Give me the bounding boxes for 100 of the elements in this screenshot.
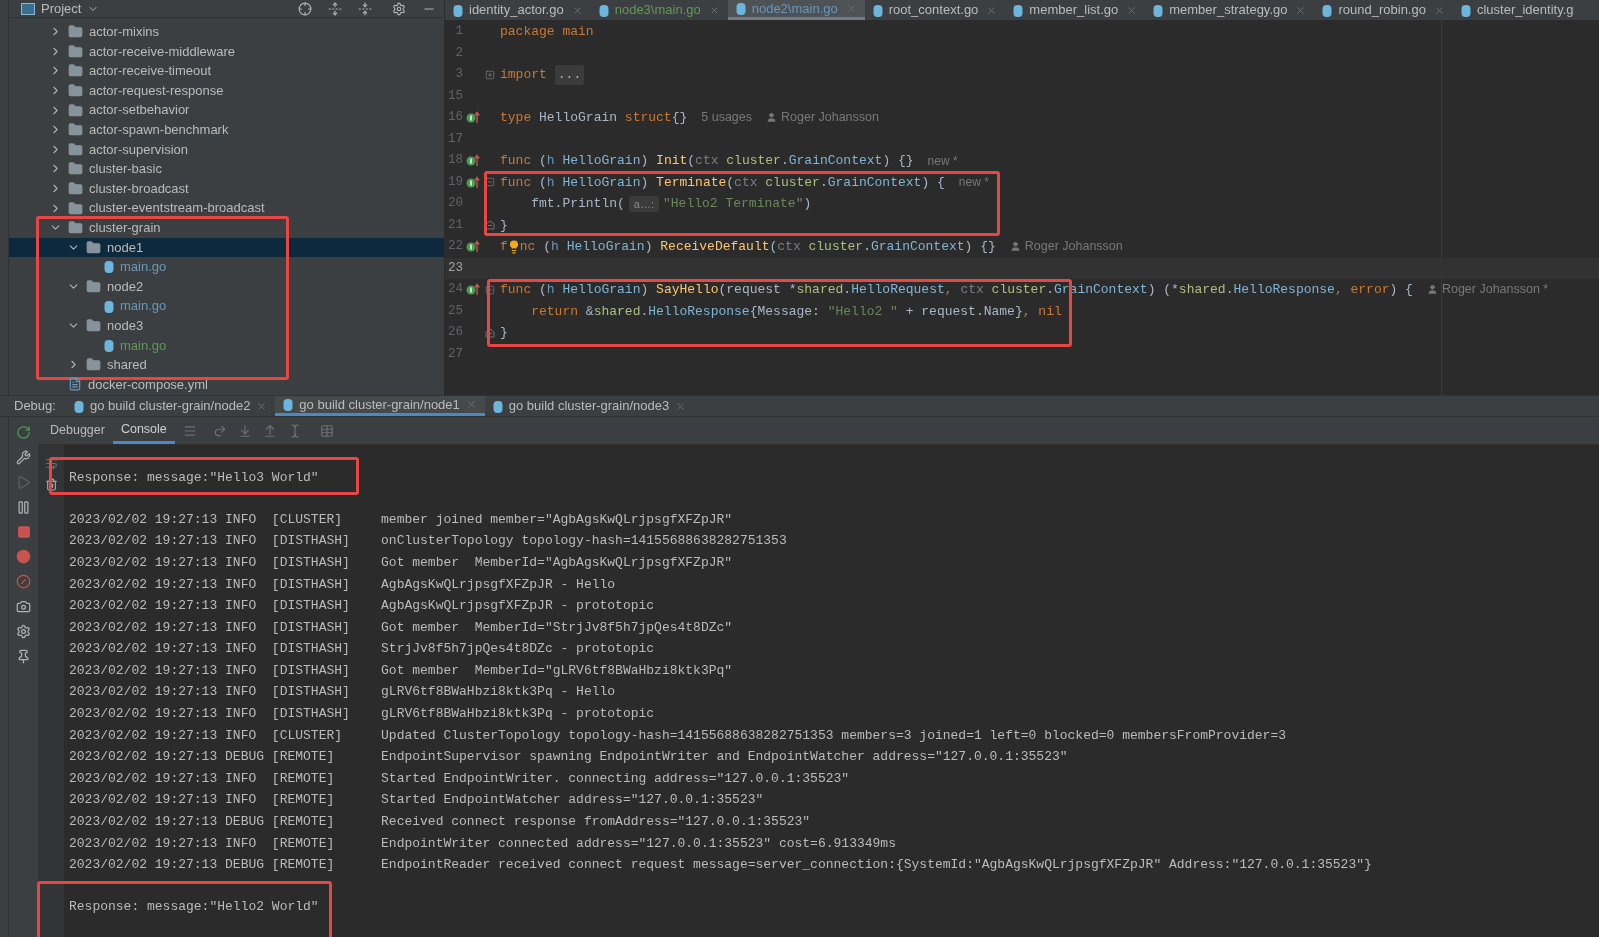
gutter-marker-icon[interactable] bbox=[466, 283, 480, 297]
console-line: 2023/02/02 19:27:13 DEBUG [REMOTE] EndpointSupervisor spawning EndpointWriter and EndpointWatcher address="127.0.0.1:35523" bbox=[69, 748, 1068, 767]
tree-item[interactable]: cluster-grain bbox=[9, 217, 444, 238]
fold-end-icon[interactable] bbox=[485, 220, 495, 231]
debug-subtab[interactable]: Debugger bbox=[42, 417, 113, 444]
locate-icon[interactable] bbox=[298, 1, 312, 16]
editor-tab[interactable]: node3\main.go bbox=[590, 0, 728, 20]
console-line: Response: message:"Hello2 World" bbox=[69, 898, 319, 917]
soft-wrap-icon[interactable] bbox=[44, 457, 58, 470]
breakpoints-icon[interactable] bbox=[16, 549, 31, 564]
debug-tab[interactable]: go build cluster-grain/node3 bbox=[484, 396, 695, 416]
file-icon bbox=[283, 398, 294, 411]
parameter-hint: a…: bbox=[628, 195, 659, 212]
mute-breakpoints-icon[interactable] bbox=[16, 574, 31, 589]
debug-subtab[interactable]: Console bbox=[112, 417, 175, 444]
wrench-icon[interactable] bbox=[16, 450, 31, 465]
tree-item[interactable]: actor-request-response bbox=[9, 80, 444, 101]
line-number: 26 bbox=[447, 324, 463, 342]
console-line: 2023/02/02 19:27:13 INFO [DISTHASH] Got member MemberId="gLRV6tf8BWaHbzi8ktk3Pq" bbox=[69, 661, 733, 680]
tree-item[interactable]: actor-receive-timeout bbox=[9, 61, 444, 81]
tree-item[interactable]: actor-supervision bbox=[9, 139, 444, 160]
folder-icon bbox=[68, 181, 83, 197]
gutter-marker-icon[interactable] bbox=[466, 175, 480, 189]
code-text: f bbox=[500, 238, 508, 256]
editor-tab[interactable]: member_list.go bbox=[1005, 0, 1146, 20]
console-line: 2023/02/02 19:27:13 DEBUG [REMOTE] Received connect response fromAddress="127.0.0.1:35523" bbox=[69, 813, 811, 832]
step-into-icon[interactable] bbox=[237, 423, 252, 438]
line-number: 20 bbox=[447, 195, 463, 213]
author-name[interactable]: Roger Johansson bbox=[1024, 237, 1123, 257]
tree-item[interactable]: node1 bbox=[9, 237, 444, 258]
settings-icon[interactable] bbox=[392, 1, 406, 16]
code-text: "Hello2 Terminate") bbox=[663, 195, 812, 213]
close-icon[interactable] bbox=[1126, 4, 1138, 16]
person-icon bbox=[1009, 241, 1021, 253]
file-icon bbox=[1153, 3, 1164, 17]
close-icon[interactable] bbox=[1433, 4, 1445, 16]
camera-icon[interactable] bbox=[16, 599, 31, 614]
code-text: return &shared.HelloResponse{Message: "Hello2 " + request.Name}, nil bbox=[530, 302, 1062, 321]
gutter-marker-icon[interactable] bbox=[466, 111, 480, 125]
tree-item[interactable]: actor-receive-middleware bbox=[9, 41, 444, 62]
folder-icon bbox=[68, 63, 83, 79]
fold-end-icon[interactable] bbox=[485, 327, 495, 338]
line-number: 18 bbox=[447, 152, 463, 170]
line-number: 23 bbox=[447, 259, 463, 277]
close-icon[interactable] bbox=[256, 400, 268, 412]
step-out-icon[interactable] bbox=[262, 423, 277, 438]
stop-icon[interactable] bbox=[16, 525, 31, 539]
tree-item[interactable]: cluster-basic bbox=[9, 159, 444, 179]
tree-item[interactable]: actor-setbehavior bbox=[9, 100, 444, 120]
collapse-fold-icon[interactable] bbox=[485, 177, 495, 188]
tree-item[interactable]: actor-spawn-benchmark bbox=[9, 119, 444, 140]
settings-icon[interactable] bbox=[16, 624, 31, 639]
close-icon[interactable] bbox=[571, 4, 583, 16]
panel-title[interactable]: Project bbox=[41, 0, 82, 19]
trash-icon[interactable] bbox=[44, 478, 58, 491]
collapse-fold-icon[interactable] bbox=[485, 284, 495, 295]
author-name[interactable]: Roger Johansson bbox=[781, 108, 879, 128]
step-over-icon[interactable] bbox=[212, 423, 227, 438]
folder-icon bbox=[68, 220, 83, 236]
tree-item[interactable]: cluster-eventstream-broadcast bbox=[9, 198, 444, 218]
editor-tab[interactable]: root_context.go bbox=[864, 0, 1006, 20]
tree-item[interactable]: node2 bbox=[9, 276, 444, 297]
collapse-all-icon[interactable] bbox=[358, 1, 372, 16]
expand-all-icon[interactable] bbox=[328, 1, 342, 16]
gutter-marker-icon[interactable] bbox=[466, 154, 480, 168]
usage-count[interactable]: 5 usages bbox=[701, 108, 752, 128]
rerun-icon[interactable] bbox=[16, 425, 31, 440]
close-icon[interactable] bbox=[1295, 4, 1307, 16]
editor-tab[interactable]: cluster_identity.g bbox=[1452, 0, 1582, 20]
tree-item[interactable]: main.go bbox=[9, 335, 444, 356]
expand-fold-icon[interactable] bbox=[485, 69, 495, 80]
debug-tab[interactable]: go build cluster-grain/node1 bbox=[275, 396, 485, 416]
close-icon[interactable] bbox=[986, 4, 998, 16]
pin-icon[interactable] bbox=[16, 649, 31, 664]
author-name[interactable]: Roger Johansson * bbox=[1441, 280, 1549, 300]
console-line: 2023/02/02 19:27:13 INFO [DISTHASH] gLRV6tf8BWaHbzi8ktk3Pq - prototopic bbox=[69, 705, 655, 724]
tree-item[interactable]: shared bbox=[9, 355, 444, 375]
editor-tab[interactable]: identity_actor.go bbox=[445, 0, 591, 20]
folder-icon bbox=[68, 24, 83, 40]
pause-icon[interactable] bbox=[16, 500, 31, 515]
close-icon[interactable] bbox=[708, 4, 720, 16]
tree-item[interactable]: main.go bbox=[9, 296, 444, 316]
editor-tab[interactable]: round_robin.go bbox=[1314, 0, 1453, 20]
file-icon bbox=[1322, 3, 1333, 17]
tree-item[interactable]: main.go bbox=[9, 257, 444, 277]
code-text: package main bbox=[500, 23, 594, 41]
close-icon[interactable] bbox=[675, 400, 687, 412]
table-icon[interactable] bbox=[319, 423, 334, 438]
gutter-marker-icon[interactable] bbox=[466, 240, 480, 254]
folder-icon bbox=[86, 318, 101, 334]
folder-icon bbox=[68, 83, 83, 99]
line-number: 2 bbox=[454, 44, 463, 62]
tree-item[interactable]: cluster-broadcast bbox=[9, 178, 444, 199]
tree-item[interactable]: actor-mixins bbox=[9, 22, 444, 42]
folded-code[interactable]: ... bbox=[554, 65, 585, 85]
tree-item[interactable]: docker-compose.yml bbox=[9, 374, 444, 395]
debug-tab[interactable]: go build cluster-grain/node2 bbox=[65, 396, 276, 416]
tree-item[interactable]: node3 bbox=[9, 315, 444, 336]
editor-tab[interactable]: member_strategy.go bbox=[1145, 0, 1315, 20]
folder-icon bbox=[86, 279, 101, 294]
